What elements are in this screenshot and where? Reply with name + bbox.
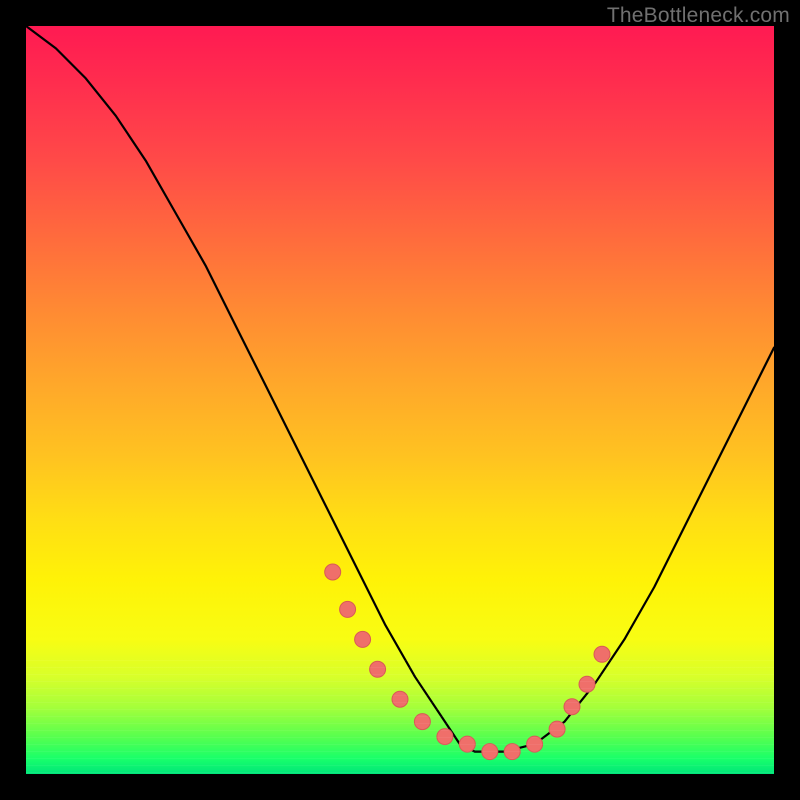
chart-frame: TheBottleneck.com xyxy=(0,0,800,800)
sample-dot xyxy=(414,714,430,730)
sample-dot xyxy=(459,736,475,752)
sample-dot xyxy=(325,564,341,580)
watermark-text: TheBottleneck.com xyxy=(607,4,790,28)
sample-dot xyxy=(527,736,543,752)
sample-dot xyxy=(370,661,386,677)
sample-dot xyxy=(355,631,371,647)
sample-dot xyxy=(549,721,565,737)
sample-dot xyxy=(392,691,408,707)
sample-dot xyxy=(482,744,498,760)
bottleneck-curve-svg xyxy=(26,26,774,774)
sample-dot xyxy=(340,601,356,617)
bottleneck-curve xyxy=(26,26,774,752)
sample-dot xyxy=(579,676,595,692)
sample-dot xyxy=(504,744,520,760)
sample-dot xyxy=(594,646,610,662)
sample-dot xyxy=(564,699,580,715)
plot-area xyxy=(26,26,774,774)
sample-dot xyxy=(437,729,453,745)
